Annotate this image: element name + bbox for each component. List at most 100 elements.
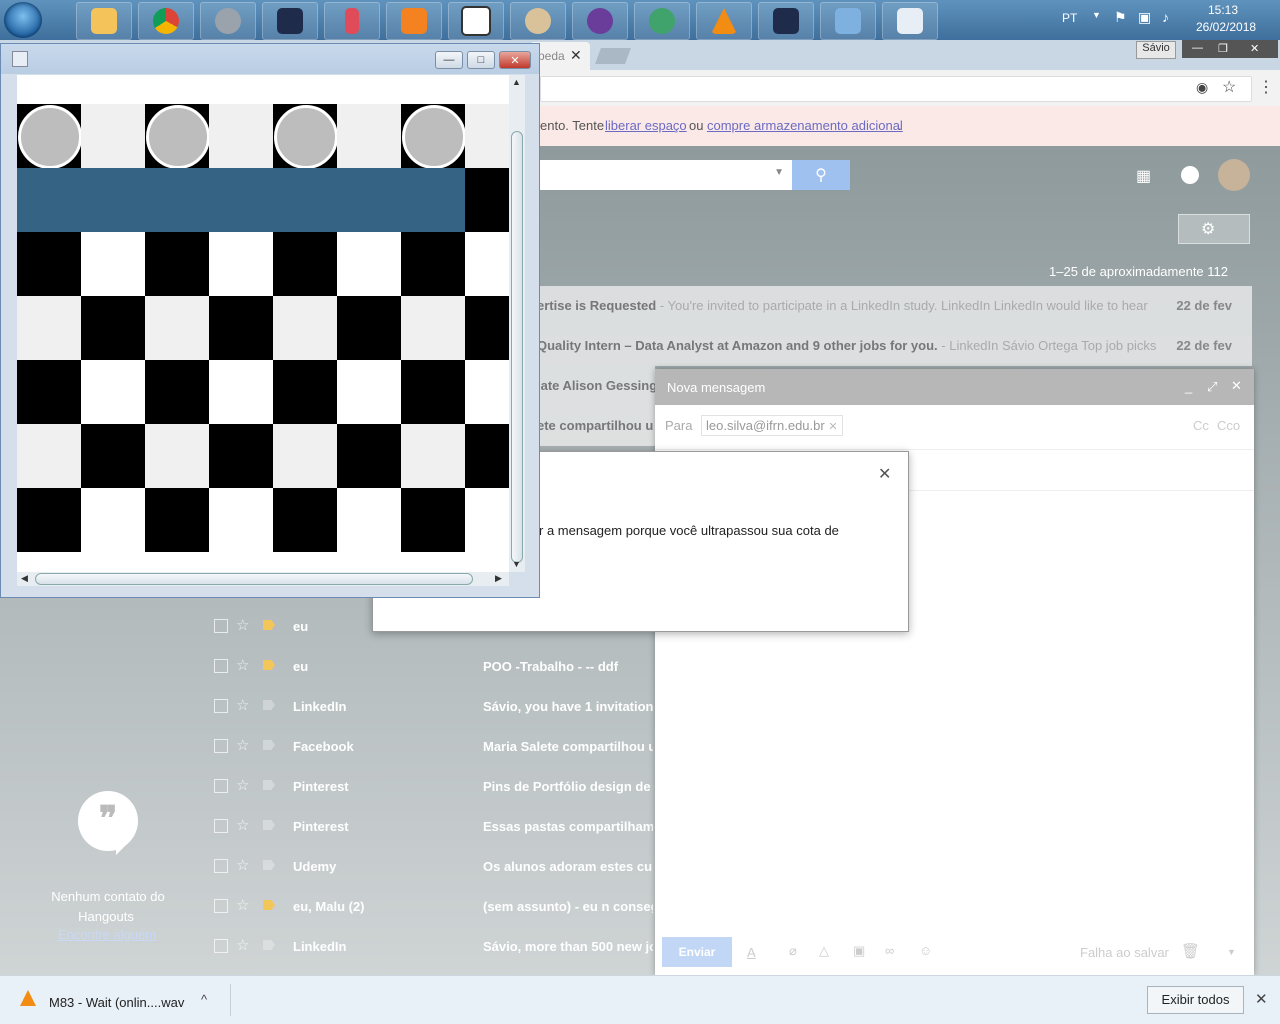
address-bar[interactable] [540, 76, 1252, 102]
board-cell[interactable] [401, 488, 465, 552]
cc-link[interactable]: Cc [1193, 418, 1209, 433]
search-input[interactable]: ▼ [540, 160, 792, 190]
network-icon[interactable]: ⚑ [1114, 9, 1127, 26]
board-cell[interactable] [209, 296, 273, 360]
buy-storage-link[interactable]: compre armazenamento adicional [707, 118, 903, 133]
clock-time[interactable]: 15:13 [1208, 3, 1238, 17]
attach-icon[interactable]: ⌀ [789, 943, 797, 959]
row-checkbox[interactable] [214, 739, 228, 753]
board-cell[interactable] [273, 488, 337, 552]
board-cell[interactable] [145, 296, 209, 360]
horizontal-scrollbar[interactable]: ◀ ▶ [17, 572, 509, 586]
board-cell[interactable] [17, 104, 82, 169]
apps-grid-icon[interactable]: ▦ [1136, 166, 1151, 186]
board-cell[interactable] [209, 168, 273, 232]
minimize-icon[interactable]: — [1192, 42, 1203, 54]
board-cell[interactable] [465, 168, 509, 232]
board-cell[interactable] [17, 296, 81, 360]
file-explorer-icon[interactable] [76, 2, 132, 40]
minimize-icon[interactable]: _ [1185, 379, 1192, 394]
board-cell[interactable] [401, 168, 465, 232]
board-cell[interactable] [17, 168, 81, 232]
board-cell[interactable] [17, 488, 81, 552]
board-cell[interactable] [81, 360, 145, 424]
row-checkbox[interactable] [214, 779, 228, 793]
importance-marker-icon[interactable] [263, 700, 275, 710]
row-checkbox[interactable] [214, 819, 228, 833]
download-filename[interactable]: M83 - Wait (onlin....wav [49, 995, 184, 1010]
row-checkbox[interactable] [214, 899, 228, 913]
minimize-button[interactable]: — [435, 51, 463, 69]
board-cell[interactable] [273, 296, 337, 360]
send-button[interactable]: Enviar [662, 937, 732, 967]
star-icon[interactable]: ☆ [236, 896, 249, 914]
board-cell[interactable] [337, 104, 401, 168]
close-icon[interactable]: ✕ [1231, 378, 1242, 394]
board-cell[interactable] [209, 488, 273, 552]
eye-icon[interactable]: ◉ [1196, 79, 1208, 96]
board-cell[interactable] [209, 104, 273, 168]
board-cell[interactable] [337, 360, 401, 424]
board-cell[interactable] [17, 424, 81, 488]
scroll-right-icon[interactable]: ▶ [495, 573, 502, 584]
board-cell[interactable] [465, 424, 509, 488]
pdf-icon[interactable] [386, 2, 442, 40]
board-cell[interactable] [337, 488, 401, 552]
remove-recipient-icon[interactable]: ✕ [828, 421, 837, 433]
bcc-link[interactable]: Cco [1217, 418, 1240, 433]
pixel-app-icon[interactable] [262, 2, 318, 40]
board-cell[interactable] [17, 232, 81, 296]
board-cell[interactable] [145, 168, 209, 232]
board-cell[interactable] [337, 296, 401, 360]
board-cell[interactable] [401, 360, 465, 424]
emoji-icon[interactable]: ☺ [919, 943, 932, 958]
board-cell[interactable] [465, 296, 509, 360]
close-button[interactable]: ✕ [499, 51, 531, 69]
tab-close-icon[interactable]: ✕ [570, 47, 582, 64]
new-tab-button[interactable] [595, 48, 631, 64]
importance-marker-icon[interactable] [263, 740, 275, 750]
importance-marker-icon[interactable] [263, 900, 275, 910]
board-cell[interactable] [145, 232, 209, 296]
compose-header[interactable]: Nova mensagem _ ⤢ ✕ [655, 369, 1254, 405]
chrome-icon[interactable] [138, 2, 194, 40]
photo-icon[interactable]: ▣ [853, 943, 865, 959]
trash-icon[interactable]: 🗑 [1181, 942, 1200, 960]
star-icon[interactable]: ☆ [236, 656, 249, 674]
github-icon[interactable] [572, 2, 628, 40]
board-cell[interactable] [273, 360, 337, 424]
board-cell[interactable] [401, 296, 465, 360]
profile-chip[interactable]: Sávio [1136, 41, 1176, 59]
star-icon[interactable]: ☆ [236, 736, 249, 754]
importance-marker-icon[interactable] [263, 940, 275, 950]
language-indicator[interactable]: PT [1062, 11, 1077, 25]
vertical-scrollbar[interactable]: ▲ ▼ [509, 75, 525, 572]
to-field[interactable]: Para leo.silva@ifrn.edu.br ✕ Cc Cco [655, 405, 1254, 450]
settings-gear-icon[interactable] [200, 2, 256, 40]
board-cell[interactable] [17, 360, 81, 424]
board-cell[interactable] [273, 104, 338, 169]
paint-palette-icon[interactable] [510, 2, 566, 40]
board-cell[interactable] [209, 360, 273, 424]
board-cell[interactable] [337, 424, 401, 488]
board-cell[interactable] [273, 424, 337, 488]
clock-date[interactable]: 26/02/2018 [1196, 20, 1256, 34]
chevron-up-icon[interactable]: ^ [201, 992, 207, 1007]
star-icon[interactable]: ☆ [236, 856, 249, 874]
importance-marker-icon[interactable] [263, 860, 275, 870]
board-cell[interactable] [273, 232, 337, 296]
checkers-board[interactable] [17, 75, 509, 572]
expand-icon[interactable]: ⤢ [1207, 379, 1217, 395]
board-cell[interactable] [401, 104, 466, 169]
atom-icon[interactable] [634, 2, 690, 40]
board-cell[interactable] [401, 424, 465, 488]
board-cell[interactable] [145, 104, 210, 169]
board-cell[interactable] [465, 232, 509, 296]
star-icon[interactable]: ☆ [236, 696, 249, 714]
java-icon[interactable] [882, 2, 938, 40]
importance-marker-icon[interactable] [263, 780, 275, 790]
star-icon[interactable]: ☆ [236, 616, 249, 634]
row-checkbox[interactable] [214, 659, 228, 673]
drive-icon[interactable]: △ [819, 943, 829, 959]
formatting-icon[interactable]: A [747, 945, 756, 960]
